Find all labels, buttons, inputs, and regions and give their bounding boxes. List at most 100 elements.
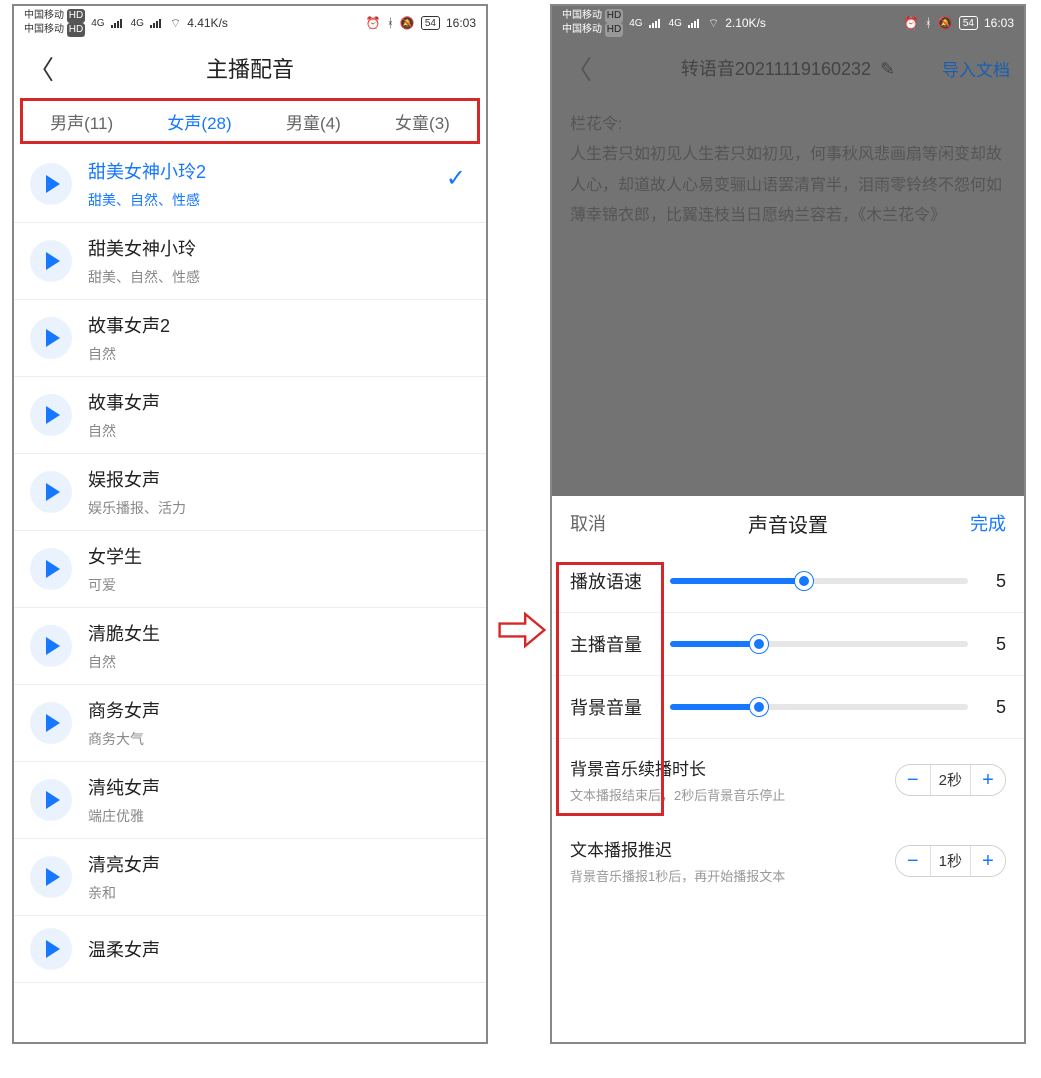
mute-icon: 🔕 — [400, 16, 415, 30]
signal-icon — [111, 18, 125, 28]
voice-item[interactable]: 女学生可爱 — [14, 531, 486, 608]
play-button[interactable] — [30, 625, 72, 667]
stepper-plus-button[interactable]: + — [971, 765, 1005, 795]
voice-item[interactable]: 甜美女神小玲2甜美、自然、性感✓ — [14, 146, 486, 223]
voice-name: 清亮女声 — [88, 851, 470, 877]
voice-name: 甜美女神小玲2 — [88, 158, 470, 184]
play-button[interactable] — [30, 548, 72, 590]
voice-tags: 自然 — [88, 652, 470, 672]
stepper-desc: 文本播报结束后，2秒后背景音乐停止 — [570, 785, 895, 804]
play-icon — [46, 791, 60, 809]
stepper-title: 文本播报推迟 — [570, 836, 895, 861]
play-button[interactable] — [30, 928, 72, 970]
body-text: 人生若只如初见人生若只如初见，何事秋风悲画扇等闲变却故人心，却道故人心易变骊山语… — [570, 140, 1006, 231]
voice-tags: 自然 — [88, 344, 470, 364]
voice-item[interactable]: 清亮女声亲和 — [14, 839, 486, 916]
slider-row: 背景音量5 — [552, 676, 1024, 739]
voice-item[interactable]: 清脆女生自然 — [14, 608, 486, 685]
wifi-icon: ⌔ — [170, 16, 181, 31]
signal-icon — [688, 18, 702, 28]
voice-tags: 端庄优雅 — [88, 806, 470, 826]
slider-value: 5 — [982, 634, 1006, 655]
play-icon — [46, 175, 60, 193]
mute-icon: 🔕 — [938, 16, 953, 30]
play-button[interactable] — [30, 240, 72, 282]
slider-track[interactable] — [670, 578, 968, 584]
voice-item[interactable]: 甜美女神小玲甜美、自然、性感 — [14, 223, 486, 300]
arrow-icon — [498, 600, 546, 660]
slider-track[interactable] — [670, 704, 968, 710]
voice-name: 娱报女声 — [88, 466, 470, 492]
voice-item[interactable]: 故事女声2自然 — [14, 300, 486, 377]
tab-male[interactable]: 男声(11) — [50, 109, 113, 134]
right-phone-screen: 中国移动 HD 中国移动 HD 4G 4G ⌔ 2.10K/s ⏰ ᚼ 🔕 54… — [550, 4, 1026, 1044]
play-icon — [46, 406, 60, 424]
voice-item[interactable]: 娱报女声娱乐播报、活力 — [14, 454, 486, 531]
stepper-minus-button[interactable]: − — [896, 846, 930, 876]
stepper-control: −2秒+ — [895, 764, 1006, 796]
voice-name: 商务女声 — [88, 697, 470, 723]
header: 〈 主播配音 — [14, 40, 486, 96]
voice-name: 甜美女神小玲 — [88, 235, 470, 261]
slider-row: 播放语速5 — [552, 550, 1024, 613]
text-content-area[interactable]: 栏花令: 人生若只如初见人生若只如初见，何事秋风悲画扇等闲变却故人心，却道故人心… — [552, 96, 1024, 496]
left-phone-screen: 中国移动 HD 中国移动 HD 4G 4G ⌔ 4.41K/s ⏰ ᚼ 🔕 54… — [12, 4, 488, 1044]
play-button[interactable] — [30, 317, 72, 359]
stepper-row: 文本播报推迟背景音乐播报1秒后，再开始播报文本−1秒+ — [552, 820, 1024, 901]
voice-item[interactable]: 商务女声商务大气 — [14, 685, 486, 762]
alarm-icon: ⏰ — [366, 16, 381, 30]
voice-item[interactable]: 故事女声自然 — [14, 377, 486, 454]
stepper-title: 背景音乐续播时长 — [570, 755, 895, 780]
voice-tags: 商务大气 — [88, 729, 470, 749]
voice-tags: 自然 — [88, 421, 470, 441]
voice-item[interactable]: 清纯女声端庄优雅 — [14, 762, 486, 839]
play-icon — [46, 252, 60, 270]
alarm-icon: ⏰ — [904, 16, 919, 30]
play-icon — [46, 329, 60, 347]
voice-list: 甜美女神小玲2甜美、自然、性感✓甜美女神小玲甜美、自然、性感故事女声2自然故事女… — [14, 146, 486, 983]
voice-name: 故事女声 — [88, 389, 470, 415]
stepper-value: 1秒 — [930, 846, 971, 876]
signal-icon — [649, 18, 663, 28]
slider-thumb[interactable] — [795, 572, 813, 590]
stepper-minus-button[interactable]: − — [896, 765, 930, 795]
edit-icon[interactable]: ✎ — [880, 59, 895, 79]
page-title: 转语音20211119160232 ✎ — [552, 55, 1024, 81]
page-title: 主播配音 — [14, 52, 486, 84]
play-button[interactable] — [30, 394, 72, 436]
play-button[interactable] — [30, 702, 72, 744]
stepper-plus-button[interactable]: + — [971, 846, 1005, 876]
status-bar: 中国移动 HD 中国移动 HD 4G 4G ⌔ 4.41K/s ⏰ ᚼ 🔕 54… — [14, 6, 486, 40]
tab-boy[interactable]: 男童(4) — [286, 109, 341, 134]
play-icon — [46, 637, 60, 655]
play-button[interactable] — [30, 471, 72, 513]
voice-name: 清纯女声 — [88, 774, 470, 800]
slider-thumb[interactable] — [750, 635, 768, 653]
voice-tags: 可爱 — [88, 575, 470, 595]
slider-label: 主播音量 — [570, 631, 656, 657]
slider-track[interactable] — [670, 641, 968, 647]
header: 〈 转语音20211119160232 ✎ 导入文档 — [552, 40, 1024, 96]
sound-settings-sheet: 取消 声音设置 完成 播放语速5主播音量5背景音量5 背景音乐续播时长文本播报结… — [552, 496, 1024, 1042]
voice-tags: 娱乐播报、活力 — [88, 498, 470, 518]
play-button[interactable] — [30, 163, 72, 205]
stepper-value: 2秒 — [930, 765, 971, 795]
sheet-title: 声音设置 — [552, 509, 1024, 538]
signal-icon — [150, 18, 164, 28]
tab-girl[interactable]: 女童(3) — [395, 109, 450, 134]
battery-icon: 54 — [421, 16, 440, 30]
voice-item[interactable]: 温柔女声 — [14, 916, 486, 983]
wifi-icon: ⌔ — [708, 16, 719, 31]
play-button[interactable] — [30, 779, 72, 821]
slider-thumb[interactable] — [750, 698, 768, 716]
stepper-row: 背景音乐续播时长文本播报结束后，2秒后背景音乐停止−2秒+ — [552, 739, 1024, 820]
play-icon — [46, 560, 60, 578]
slider-value: 5 — [982, 697, 1006, 718]
voice-category-tabs: 男声(11) 女声(28) 男童(4) 女童(3) — [20, 98, 480, 144]
play-button[interactable] — [30, 856, 72, 898]
voice-tags: 亲和 — [88, 883, 470, 903]
play-icon — [46, 868, 60, 886]
stepper-control: −1秒+ — [895, 845, 1006, 877]
tab-female[interactable]: 女声(28) — [167, 109, 231, 134]
bluetooth-icon: ᚼ — [925, 16, 932, 30]
